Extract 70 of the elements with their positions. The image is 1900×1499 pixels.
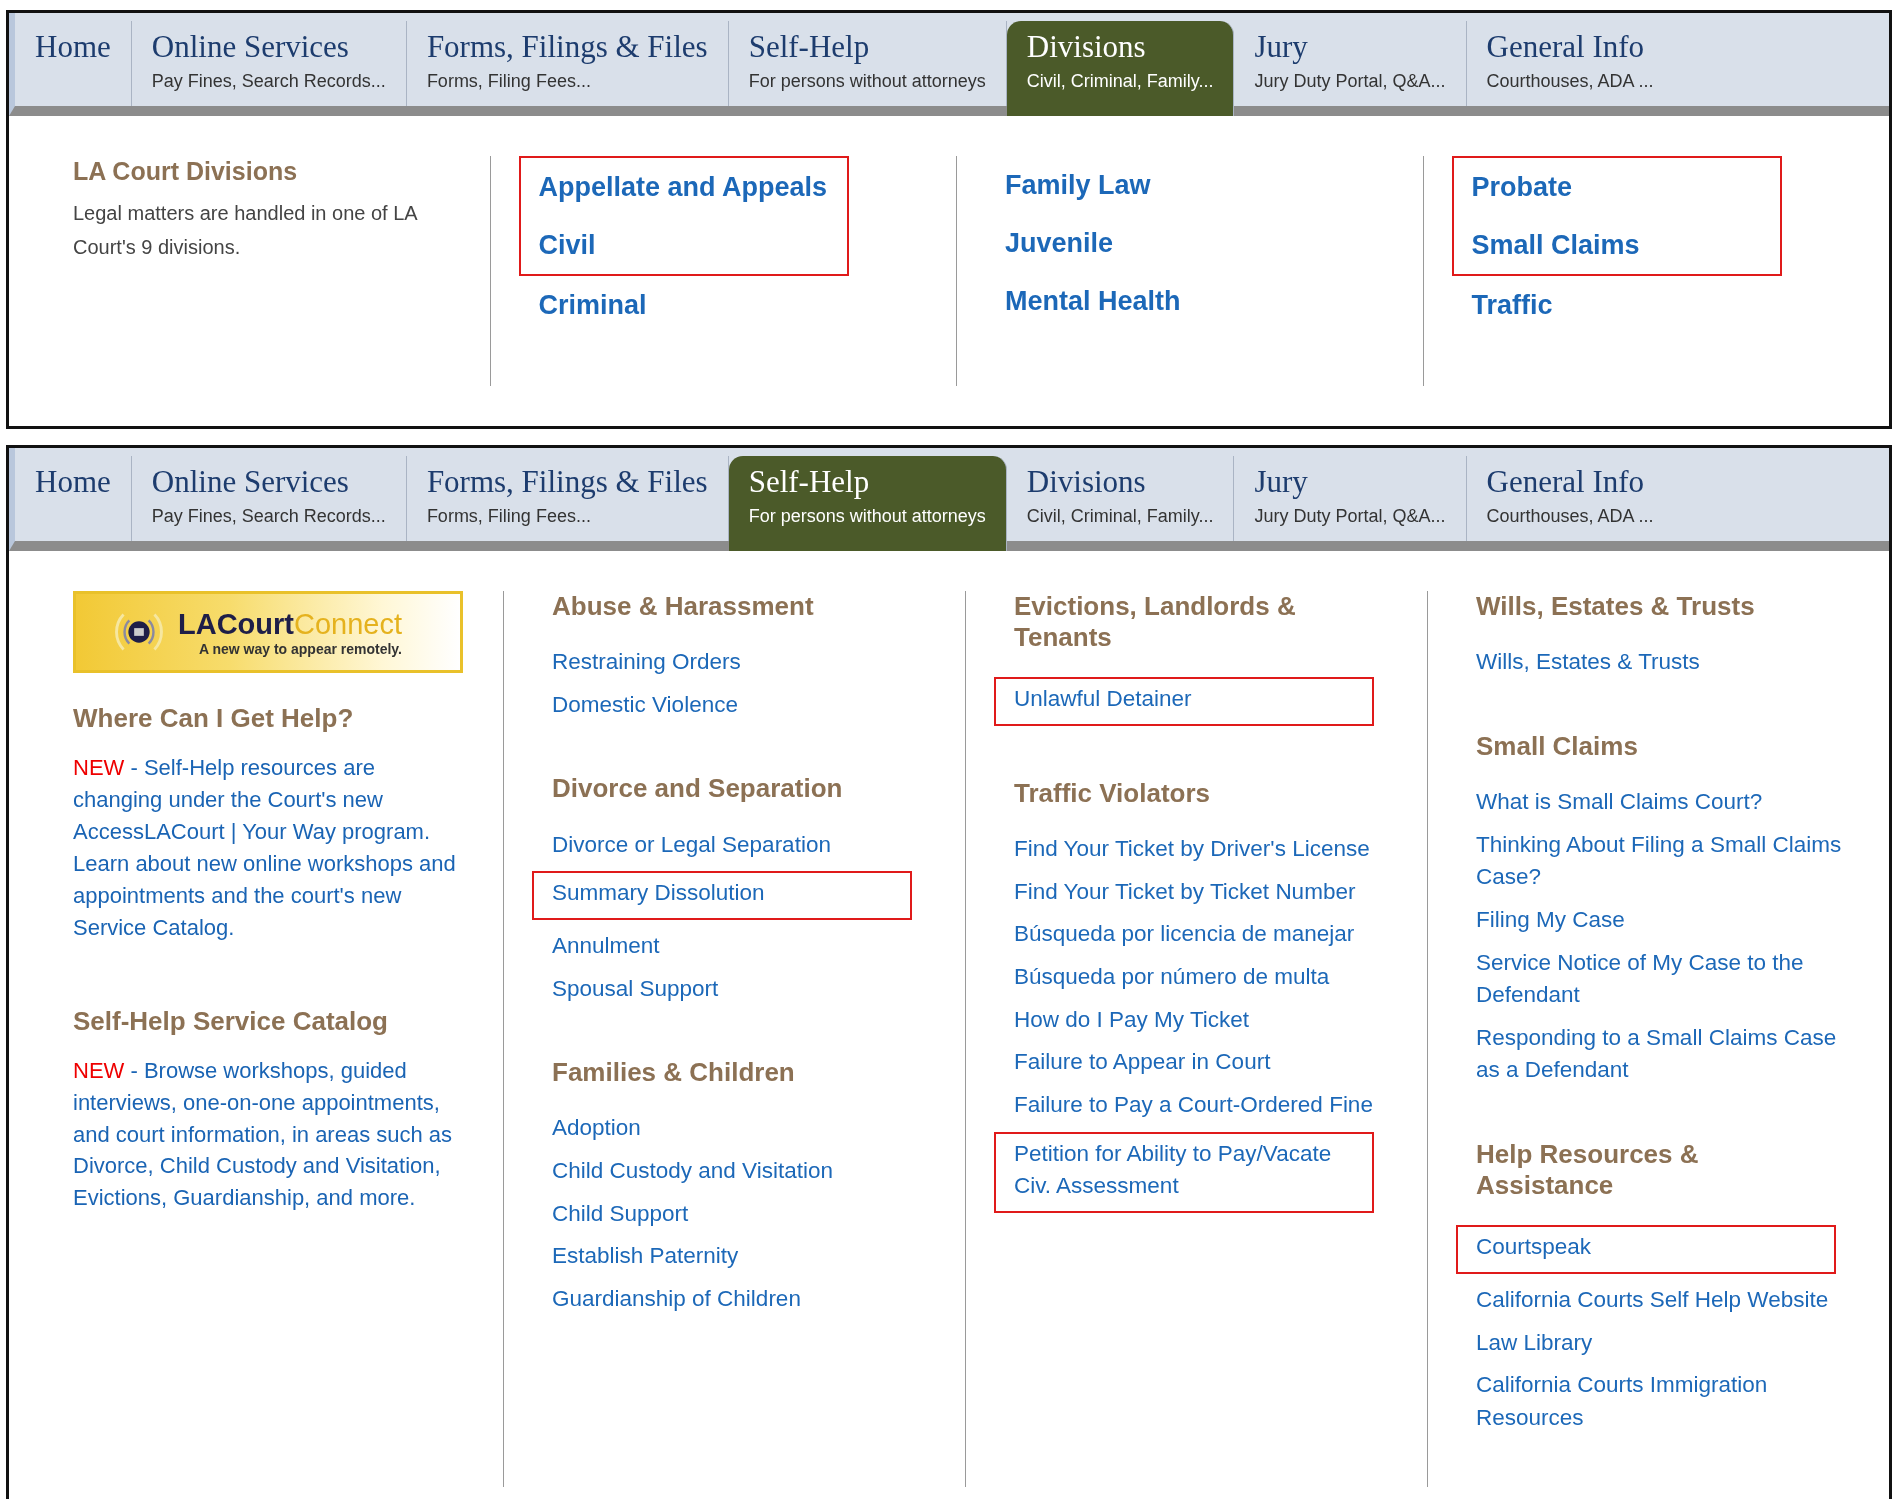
menu-link[interactable]: Failure to Pay a Court-Ordered Fine [1014, 1088, 1394, 1122]
menu-link[interactable]: California Courts Self Help Website [1476, 1284, 1856, 1317]
menu-link[interactable]: Adoption [552, 1112, 932, 1145]
menu-link[interactable]: Establish Paternity [552, 1240, 932, 1273]
menu-link[interactable]: Juvenile [1005, 214, 1385, 272]
description-text: Legal matters are handled in one of LA Court's 9 divisions. [73, 201, 419, 260]
nav-tab[interactable]: Online Services Pay Fines, Search Records... [131, 21, 407, 106]
menu-link[interactable]: Restraining Orders [552, 646, 932, 679]
menu-link[interactable]: Divorce or Legal Separation [552, 828, 932, 862]
menu-link[interactable]: Annulment [552, 929, 932, 963]
menu-link[interactable]: Unlawful Detainer [1014, 683, 1354, 716]
menu-link[interactable]: Búsqueda por número de multa [1014, 961, 1394, 994]
nav-tab[interactable]: Divisions Civil, Criminal, Family... [1006, 21, 1235, 116]
nav-tab[interactable]: General Info Courthouses, ADA ... [1466, 21, 1889, 106]
menu-link[interactable]: Child Support [552, 1197, 932, 1231]
menu-link[interactable]: Petition for Ability to Pay/Vacate Civ. Assessment [1014, 1137, 1354, 1203]
menu-link[interactable]: How do I Pay My Ticket [1014, 1003, 1394, 1037]
menu-link[interactable]: California Courts Immigration Resources [1476, 1369, 1856, 1435]
banner-logo-text: LACourtConnect [178, 607, 402, 641]
menu-link[interactable]: Small Claims [1471, 216, 1762, 274]
nav-tab[interactable]: Self-Help For persons without attorneys [728, 21, 1007, 106]
menu-link[interactable]: Thinking About Filing a Small Claims Case? [1476, 828, 1856, 894]
banner-tagline: A new way to appear remotely. [198, 640, 402, 657]
menu-link[interactable]: Criminal [538, 276, 919, 334]
menu-link[interactable]: Guardianship of Children [552, 1282, 932, 1316]
menu-link[interactable]: Probate [1471, 158, 1762, 216]
nav-tab[interactable]: Forms, Filings & Files Forms, Filing Fees... [406, 21, 729, 106]
nav-tab[interactable]: Home [15, 456, 132, 541]
menu-link[interactable]: Búsqueda por licencia de manejar [1014, 918, 1394, 952]
section-heading: Self-Help Service Catalog [73, 1005, 389, 1037]
section-heading: LA Court Divisions [73, 156, 299, 186]
nav-tab[interactable]: Online Services Pay Fines, Search Records... [131, 456, 407, 541]
section-heading: Small Claims [1476, 730, 1639, 762]
section-heading: Traffic Violators [1014, 778, 1212, 810]
section-heading: Help Resources & Assistance [1476, 1139, 1700, 1202]
menu-link[interactable]: Child Custody and Visitation [552, 1154, 932, 1188]
section-heading: Wills, Estates & Trusts [1476, 591, 1756, 623]
nav-tab[interactable]: Self-Help For persons without attorneys [728, 456, 1007, 551]
menu-link[interactable]: Spousal Support [552, 972, 932, 1006]
menu-link[interactable]: Appellate and Appeals [538, 158, 829, 216]
menu-link[interactable]: Family Law [1005, 156, 1385, 214]
section-heading: Evictions, Landlords & Tenants [1014, 591, 1297, 654]
section-heading: Where Can I Get Help? [73, 703, 355, 735]
nav-tab[interactable]: Forms, Filings & Files Forms, Filing Fees... [406, 456, 729, 541]
section-heading: Abuse & Harassment [552, 591, 815, 623]
menu-link[interactable]: Law Library [1476, 1326, 1856, 1360]
nav-tab[interactable]: Jury Jury Duty Portal, Q&A... [1234, 21, 1467, 106]
menu-link[interactable]: Wills, Estates & Trusts [1476, 646, 1856, 679]
promo-banner[interactable]: LACourtConnect A new way to appear remotely. [73, 591, 463, 673]
menu-link[interactable]: Find Your Ticket by Driver's License [1014, 833, 1394, 866]
menu-link[interactable]: Domestic Violence [552, 688, 932, 722]
menu-link[interactable]: Failure to Appear in Court [1014, 1046, 1394, 1079]
menu-link[interactable]: Summary Dissolution [552, 877, 892, 910]
announcement-text[interactable]: NEW - Self-Help resources are changing under the Court's new AccessLACourt | Your Way program. Learn about new online workshops and appointments and the court's new Service Catalog. [73, 752, 463, 944]
menu-link[interactable]: Find Your Ticket by Ticket Number [1014, 875, 1394, 909]
menu-link[interactable]: Responding to a Small Claims Case as a Defendant [1476, 1021, 1856, 1087]
menu-link[interactable]: Courtspeak [1476, 1231, 1816, 1264]
menu-link[interactable]: Civil [538, 216, 829, 274]
nav-tab[interactable]: General Info Courthouses, ADA ... [1466, 456, 1889, 541]
menu-link[interactable]: Traffic [1471, 276, 1852, 334]
nav-tab[interactable]: Home [15, 21, 132, 106]
menu-link[interactable]: Mental Health [1005, 272, 1385, 330]
menu-link[interactable]: Filing My Case [1476, 903, 1856, 937]
section-heading: Divorce and Separation [552, 773, 844, 805]
section-heading: Families & Children [552, 1057, 796, 1089]
menu-link[interactable]: Service Notice of My Case to the Defendant [1476, 946, 1856, 1012]
announcement-text[interactable]: NEW - Browse workshops, guided interviews, one-on-one appointments, and court information, in areas such as Divorce, Child Custody and Visitation, Evictions, Guardianship, and more. [73, 1054, 463, 1215]
nav-tab[interactable]: Jury Jury Duty Portal, Q&A... [1234, 456, 1467, 541]
nav-tab[interactable]: Divisions Civil, Criminal, Family... [1006, 456, 1235, 541]
menu-link[interactable]: What is Small Claims Court? [1476, 786, 1856, 819]
